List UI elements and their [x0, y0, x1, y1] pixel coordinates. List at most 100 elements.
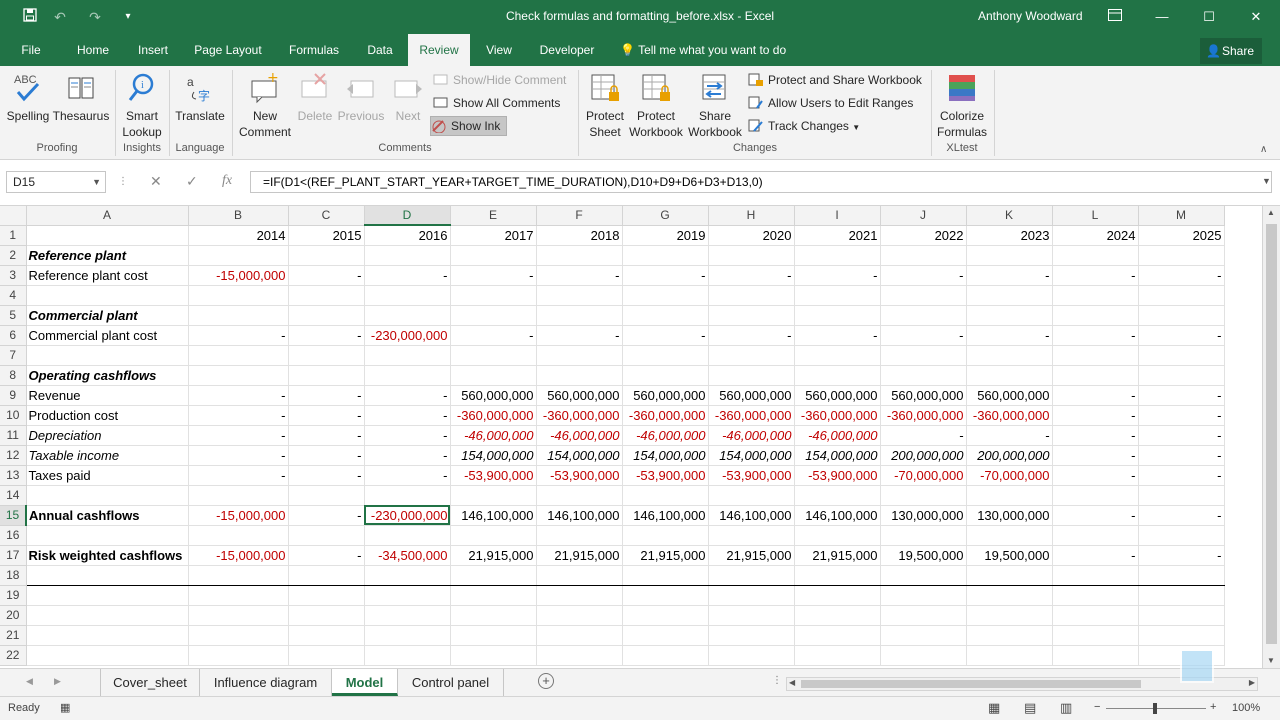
cell-H5[interactable]: [708, 305, 795, 326]
cell-A21[interactable]: [26, 625, 189, 646]
show-ink-button[interactable]: Show Ink: [430, 116, 508, 136]
row-header[interactable]: 19: [0, 585, 27, 606]
cell-L4[interactable]: [1052, 285, 1139, 306]
cell-J21[interactable]: [880, 625, 967, 646]
cell-D4[interactable]: [364, 285, 451, 306]
cell-M7[interactable]: [1138, 345, 1225, 366]
cell-B19[interactable]: [188, 585, 289, 606]
cell-C8[interactable]: [288, 365, 365, 386]
cell-C5[interactable]: [288, 305, 365, 326]
cell-K7[interactable]: [966, 345, 1053, 366]
cell-H3[interactable]: -: [708, 265, 795, 286]
cell-D19[interactable]: [364, 585, 451, 606]
cell-K15[interactable]: 130,000,000: [966, 505, 1053, 526]
cell-E17[interactable]: 21,915,000: [450, 545, 537, 566]
row-header[interactable]: 11: [0, 425, 27, 446]
cell-C12[interactable]: -: [288, 445, 365, 466]
cell-C13[interactable]: -: [288, 465, 365, 486]
cell-C16[interactable]: [288, 525, 365, 546]
cell-M18[interactable]: [1138, 565, 1225, 586]
cell-H21[interactable]: [708, 625, 795, 646]
cell-I22[interactable]: [794, 645, 881, 666]
row-header[interactable]: 6: [0, 325, 27, 346]
cell-L3[interactable]: -: [1052, 265, 1139, 286]
column-header[interactable]: I: [794, 206, 881, 226]
colorize-formulas-button[interactable]: Colorize Formulas: [934, 72, 990, 140]
track-changes-button[interactable]: Track Changes ▼: [748, 117, 860, 137]
share-button[interactable]: 👤 Share: [1200, 38, 1262, 64]
tab-review[interactable]: Review: [408, 34, 470, 66]
cell-L19[interactable]: [1052, 585, 1139, 606]
cell-E19[interactable]: [450, 585, 537, 606]
cell-A14[interactable]: [26, 485, 189, 506]
sheet-tab-model[interactable]: Model: [332, 669, 398, 696]
cell-G12[interactable]: 154,000,000: [622, 445, 709, 466]
cell-G14[interactable]: [622, 485, 709, 506]
cell-L20[interactable]: [1052, 605, 1139, 626]
cell-K21[interactable]: [966, 625, 1053, 646]
row-header[interactable]: 3: [0, 265, 27, 286]
cell-C11[interactable]: -: [288, 425, 365, 446]
cell-B4[interactable]: [188, 285, 289, 306]
cell-A13[interactable]: Taxes paid: [26, 465, 189, 486]
cell-J19[interactable]: [880, 585, 967, 606]
cell-A9[interactable]: Revenue: [26, 385, 189, 406]
row-header[interactable]: 1: [0, 225, 27, 246]
cell-M10[interactable]: -: [1138, 405, 1225, 426]
chevron-down-icon[interactable]: ▼: [92, 172, 101, 192]
cell-K9[interactable]: 560,000,000: [966, 385, 1053, 406]
cell-B8[interactable]: [188, 365, 289, 386]
cell-F13[interactable]: -53,900,000: [536, 465, 623, 486]
tab-data[interactable]: Data: [358, 34, 402, 66]
cell-A7[interactable]: [26, 345, 189, 366]
cell-H12[interactable]: 154,000,000: [708, 445, 795, 466]
cell-C2[interactable]: [288, 245, 365, 266]
cell-E9[interactable]: 560,000,000: [450, 385, 537, 406]
cell-F11[interactable]: -46,000,000: [536, 425, 623, 446]
cell-A12[interactable]: Taxable income: [26, 445, 189, 466]
column-header[interactable]: B: [188, 206, 289, 226]
cell-I2[interactable]: [794, 245, 881, 266]
cell-I11[interactable]: -46,000,000: [794, 425, 881, 446]
ribbon-display-options-icon[interactable]: [1100, 4, 1130, 30]
cell-D2[interactable]: [364, 245, 451, 266]
cell-F17[interactable]: 21,915,000: [536, 545, 623, 566]
cell-C19[interactable]: [288, 585, 365, 606]
zoom-in-icon[interactable]: +: [1210, 701, 1216, 713]
cell-M5[interactable]: [1138, 305, 1225, 326]
cell-J9[interactable]: 560,000,000: [880, 385, 967, 406]
cell-D17[interactable]: -34,500,000: [364, 545, 451, 566]
cell-M19[interactable]: [1138, 585, 1225, 606]
cell-M17[interactable]: -: [1138, 545, 1225, 566]
row-header[interactable]: 2: [0, 245, 27, 266]
cell-I8[interactable]: [794, 365, 881, 386]
cell-J7[interactable]: [880, 345, 967, 366]
cell-H22[interactable]: [708, 645, 795, 666]
cell-G17[interactable]: 21,915,000: [622, 545, 709, 566]
row-header[interactable]: 13: [0, 465, 27, 486]
user-name[interactable]: Anthony Woodward: [978, 9, 1083, 23]
cell-H19[interactable]: [708, 585, 795, 606]
minimize-icon[interactable]: —: [1147, 4, 1177, 30]
cell-L17[interactable]: -: [1052, 545, 1139, 566]
cell-G1[interactable]: 2019: [622, 225, 709, 246]
cell-C18[interactable]: [288, 565, 365, 586]
row-header[interactable]: 12: [0, 445, 27, 466]
cell-L9[interactable]: -: [1052, 385, 1139, 406]
cell-D5[interactable]: [364, 305, 451, 326]
cell-B11[interactable]: -: [188, 425, 289, 446]
cell-E10[interactable]: -360,000,000: [450, 405, 537, 426]
spreadsheet-grid[interactable]: ABCDEFGHIJKLM 1 2014 2015 2016 2017 2018 2019 2…: [0, 206, 1262, 668]
cell-B3[interactable]: -15,000,000: [188, 265, 289, 286]
cancel-icon[interactable]: ✕: [150, 173, 162, 190]
new-comment-button[interactable]: + New Comment: [236, 72, 294, 140]
tell-me-search[interactable]: 💡 Tell me what you want to do: [620, 34, 800, 66]
cell-C10[interactable]: -: [288, 405, 365, 426]
cell-E5[interactable]: [450, 305, 537, 326]
scroll-thumb[interactable]: [801, 680, 1141, 688]
cell-E7[interactable]: [450, 345, 537, 366]
cell-C17[interactable]: -: [288, 545, 365, 566]
cell-H1[interactable]: 2020: [708, 225, 795, 246]
tab-formulas[interactable]: Formulas: [280, 34, 348, 66]
column-header[interactable]: E: [450, 206, 537, 226]
